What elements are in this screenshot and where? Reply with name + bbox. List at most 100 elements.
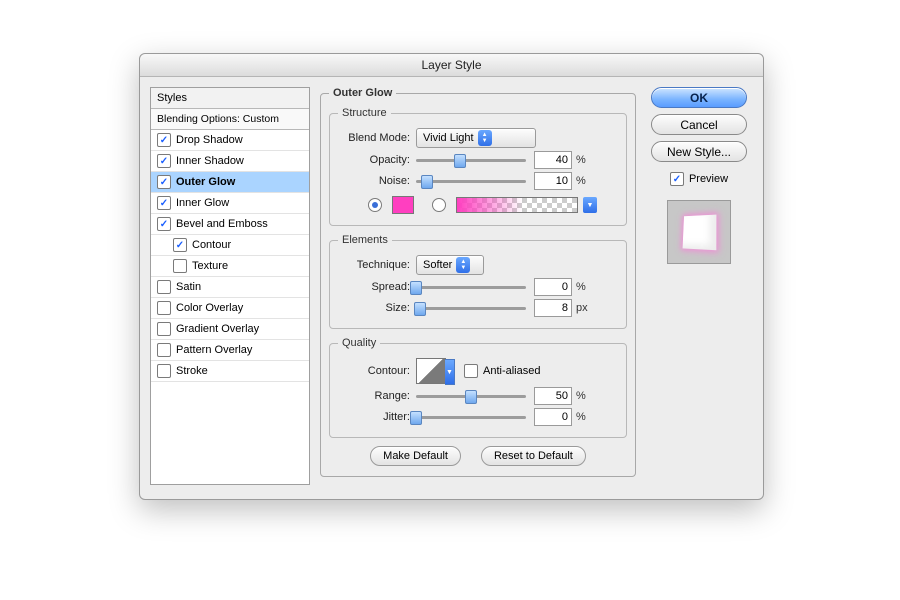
opacity-label: Opacity: [338,154,416,166]
elements-group: Elements Technique: Softer ▲▼ Spread: [329,234,627,329]
style-row-inner-shadow[interactable]: Inner Shadow [151,151,309,172]
style-row-gradient-overlay[interactable]: Gradient Overlay [151,319,309,340]
style-row-label: Drop Shadow [176,134,243,146]
style-checkbox[interactable] [157,217,171,231]
style-row-label: Texture [192,260,228,272]
range-input[interactable] [534,387,572,405]
style-row-color-overlay[interactable]: Color Overlay [151,298,309,319]
glow-color-gradient-radio[interactable] [432,198,446,212]
style-row-label: Satin [176,281,201,293]
percent-unit: % [576,390,586,402]
blend-mode-select[interactable]: Vivid Light ▲▼ [416,128,536,148]
size-slider[interactable] [416,301,526,315]
cancel-button[interactable]: Cancel [651,114,747,135]
reset-default-button[interactable]: Reset to Default [481,446,586,466]
percent-unit: % [576,154,586,166]
style-row-label: Inner Shadow [176,155,244,167]
style-row-bevel-and-emboss[interactable]: Bevel and Emboss [151,214,309,235]
style-checkbox[interactable] [157,343,171,357]
percent-unit: % [576,281,586,293]
make-default-button[interactable]: Make Default [370,446,461,466]
style-row-label: Gradient Overlay [176,323,259,335]
dialog-title: Layer Style [140,54,763,77]
style-checkbox[interactable] [157,364,171,378]
style-row-label: Pattern Overlay [176,344,252,356]
quality-group: Quality Contour: ▼ Anti-aliased Range: [329,337,627,438]
style-checkbox[interactable] [173,259,187,273]
style-row-drop-shadow[interactable]: Drop Shadow [151,130,309,151]
styles-header[interactable]: Styles [151,88,309,109]
opacity-slider[interactable] [416,153,526,167]
style-row-label: Outer Glow [176,176,235,188]
size-label: Size: [338,302,416,314]
elements-legend: Elements [338,234,392,246]
jitter-input[interactable] [534,408,572,426]
style-row-label: Stroke [176,365,208,377]
structure-group: Structure Blend Mode: Vivid Light ▲▼ Opa… [329,107,627,226]
structure-legend: Structure [338,107,391,119]
gradient-dropdown-icon[interactable]: ▼ [583,197,597,213]
style-row-satin[interactable]: Satin [151,277,309,298]
select-arrows-icon: ▲▼ [456,257,470,273]
style-row-outer-glow[interactable]: Outer Glow [151,172,309,193]
blending-options-row[interactable]: Blending Options: Custom [151,109,309,130]
style-checkbox[interactable] [157,133,171,147]
blend-mode-value: Vivid Light [423,132,474,144]
opacity-input[interactable] [534,151,572,169]
preview-label: Preview [689,173,728,185]
style-checkbox[interactable] [157,322,171,336]
preview-checkbox[interactable] [670,172,684,186]
jitter-slider[interactable] [416,410,526,424]
quality-legend: Quality [338,337,380,349]
technique-select[interactable]: Softer ▲▼ [416,255,484,275]
style-checkbox[interactable] [173,238,187,252]
px-unit: px [576,302,588,314]
size-input[interactable] [534,299,572,317]
percent-unit: % [576,411,586,423]
spread-slider[interactable] [416,280,526,294]
style-checkbox[interactable] [157,196,171,210]
style-checkbox[interactable] [157,154,171,168]
panel-title: Outer Glow [329,87,396,99]
noise-input[interactable] [534,172,572,190]
ok-button[interactable]: OK [651,87,747,108]
percent-unit: % [576,175,586,187]
style-checkbox[interactable] [157,301,171,315]
style-row-pattern-overlay[interactable]: Pattern Overlay [151,340,309,361]
range-label: Range: [338,390,416,402]
new-style-button[interactable]: New Style... [651,141,747,162]
contour-picker[interactable]: ▼ [416,358,446,384]
blend-mode-label: Blend Mode: [338,132,416,144]
spread-label: Spread: [338,281,416,293]
spread-input[interactable] [534,278,572,296]
noise-slider[interactable] [416,174,526,188]
jitter-label: Jitter: [338,411,416,423]
style-row-texture[interactable]: Texture [151,256,309,277]
settings-panel: Outer Glow Structure Blend Mode: Vivid L… [320,87,636,485]
technique-value: Softer [423,259,452,271]
antialias-checkbox[interactable] [464,364,478,378]
layer-style-dialog: Layer Style Styles Blending Options: Cus… [139,53,764,500]
outer-glow-group: Outer Glow Structure Blend Mode: Vivid L… [320,87,636,477]
technique-label: Technique: [338,259,416,271]
style-row-contour[interactable]: Contour [151,235,309,256]
glow-gradient-bar[interactable] [456,197,578,213]
style-row-stroke[interactable]: Stroke [151,361,309,382]
style-row-label: Contour [192,239,231,251]
dialog-content: Styles Blending Options: Custom Drop Sha… [140,77,763,499]
style-checkbox[interactable] [157,175,171,189]
noise-label: Noise: [338,175,416,187]
styles-list: Styles Blending Options: Custom Drop Sha… [150,87,310,485]
contour-dropdown-icon[interactable]: ▼ [445,359,455,385]
range-slider[interactable] [416,389,526,403]
style-checkbox[interactable] [157,280,171,294]
antialias-label: Anti-aliased [483,365,540,377]
right-column: OK Cancel New Style... Preview [646,87,752,485]
style-row-label: Bevel and Emboss [176,218,268,230]
preview-shape [683,215,717,251]
select-arrows-icon: ▲▼ [478,130,492,146]
preview-thumbnail [667,200,731,264]
glow-color-swatch[interactable] [392,196,414,214]
glow-color-solid-radio[interactable] [368,198,382,212]
style-row-inner-glow[interactable]: Inner Glow [151,193,309,214]
